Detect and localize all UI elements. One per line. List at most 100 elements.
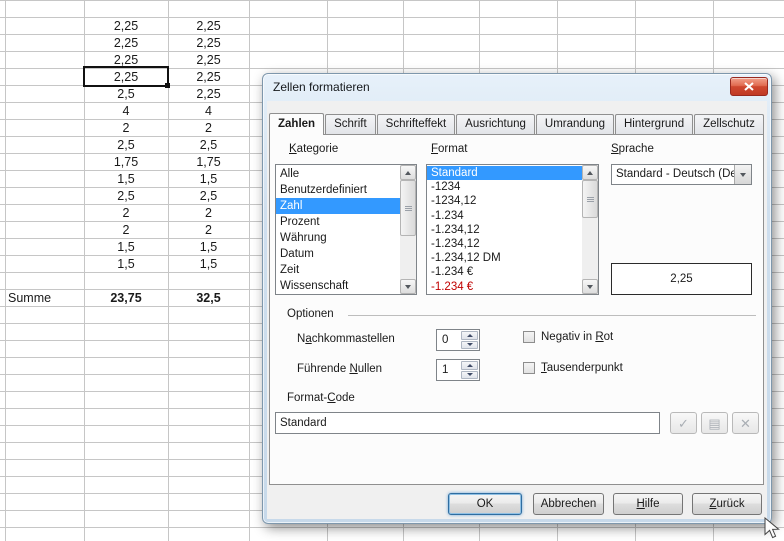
format-item[interactable]: -1.234,12	[427, 237, 582, 251]
cell-value-2[interactable]: 2	[168, 222, 249, 239]
cell-value-1[interactable]: 2	[84, 222, 168, 239]
scroll-thumb[interactable]	[582, 180, 598, 218]
cell-value-1[interactable]: 2,25	[84, 18, 168, 35]
close-button[interactable]	[730, 77, 768, 96]
sheet-row[interactable]: 2,5 2,5	[5, 188, 249, 205]
cell-value-1[interactable]: 2,5	[84, 137, 168, 154]
format-scrollbar[interactable]	[582, 165, 598, 294]
cell-value-1[interactable]: 2	[84, 120, 168, 137]
cell-value-2[interactable]: 1,5	[168, 239, 249, 256]
sheet-row[interactable]: 1,5 1,5	[5, 239, 249, 256]
tab[interactable]: Zahlen	[269, 113, 324, 135]
spin-up-button[interactable]	[461, 331, 478, 340]
thousands-separator-checkbox[interactable]: Tausenderpunkt	[523, 362, 623, 374]
format-item[interactable]: -1.234 €	[427, 265, 582, 279]
ok-button[interactable]: OK	[448, 493, 522, 515]
cell-value-1[interactable]: 2,25	[84, 35, 168, 52]
category-item[interactable]: Benutzerdefiniert	[276, 182, 400, 198]
cell-label[interactable]	[5, 222, 84, 239]
format-item[interactable]: -1.234,12	[427, 223, 582, 237]
spin-down-button[interactable]	[461, 341, 478, 350]
cell-value-2[interactable]: 4	[168, 103, 249, 120]
format-item[interactable]: -1.234,12 DM	[427, 251, 582, 265]
cell-label[interactable]	[5, 171, 84, 188]
scroll-up-button[interactable]	[582, 165, 598, 180]
cell-label[interactable]	[5, 35, 84, 52]
cell-label[interactable]	[5, 69, 84, 86]
cell-label[interactable]	[5, 205, 84, 222]
cell-value-1[interactable]: 2,5	[84, 188, 168, 205]
leading-zeros-spinner[interactable]: 1	[436, 359, 480, 381]
format-item[interactable]: -1234	[427, 180, 582, 194]
spin-up-button[interactable]	[461, 361, 478, 370]
sheet-row[interactable]: 4 4	[5, 103, 249, 120]
back-button[interactable]: Zurück	[692, 493, 762, 515]
cell-label[interactable]	[5, 137, 84, 154]
tab[interactable]: Ausrichtung	[456, 114, 535, 134]
scroll-track[interactable]	[400, 236, 416, 279]
format-list[interactable]: Standard-1234-1234,12-1.234-1.234,12-1.2…	[426, 164, 599, 295]
sheet-row[interactable]: 2 2	[5, 120, 249, 137]
checkbox-icon[interactable]	[523, 331, 535, 343]
format-item[interactable]: Standard	[427, 166, 582, 180]
negative-red-checkbox[interactable]: Negativ in Rot	[523, 331, 613, 343]
cell-label[interactable]	[5, 120, 84, 137]
category-list[interactable]: AlleBenutzerdefiniertZahlProzentWährungD…	[275, 164, 417, 295]
sheet-row[interactable]: 2,25 2,25	[5, 18, 249, 35]
cell-value-2[interactable]: 1,75	[168, 154, 249, 171]
summe-value-2[interactable]: 32,5	[168, 290, 249, 307]
cell-label[interactable]	[5, 103, 84, 120]
delete-button[interactable]: ✕	[732, 412, 759, 434]
cell-value-2[interactable]: 1,5	[168, 256, 249, 273]
sheet-row[interactable]: 1,75 1,75	[5, 154, 249, 171]
tab[interactable]: Schrift	[325, 114, 376, 134]
language-combobox[interactable]: Standard - Deutsch (De	[611, 164, 752, 185]
category-item[interactable]: Währung	[276, 230, 400, 246]
cancel-button[interactable]: Abbrechen	[533, 493, 604, 515]
cell-value-2[interactable]: 2,25	[168, 18, 249, 35]
summe-value-1[interactable]: 23,75	[84, 290, 168, 307]
cell-label[interactable]	[5, 188, 84, 205]
category-scrollbar[interactable]	[400, 165, 416, 294]
cell-value-2[interactable]: 2	[168, 120, 249, 137]
cell-value-1[interactable]: 2,5	[84, 86, 168, 103]
cell-value-2[interactable]: 2,25	[168, 86, 249, 103]
sheet-row[interactable]: 2,5 2,25	[5, 86, 249, 103]
sheet-row[interactable]: 2 2	[5, 222, 249, 239]
scroll-down-button[interactable]	[400, 279, 416, 294]
scroll-up-button[interactable]	[400, 165, 416, 180]
cell-label[interactable]	[5, 52, 84, 69]
scroll-thumb[interactable]	[400, 180, 416, 236]
cell-value-1[interactable]: 1,75	[84, 154, 168, 171]
sheet-row[interactable]: 2,5 2,5	[5, 137, 249, 154]
help-button[interactable]: Hilfe	[613, 493, 683, 515]
cell-value-1[interactable]: 1,5	[84, 256, 168, 273]
format-code-input[interactable]	[275, 412, 660, 434]
cell-value-2[interactable]: 2,25	[168, 69, 249, 86]
sheet-row[interactable]: 1,5 1,5	[5, 171, 249, 188]
format-item[interactable]: -1.234	[427, 209, 582, 223]
decimals-spinner[interactable]: 0	[436, 329, 480, 351]
tab[interactable]: Zellschutz	[694, 114, 764, 134]
category-item[interactable]: Zahl	[276, 198, 400, 214]
format-item[interactable]: -1.234 €	[427, 280, 582, 294]
cell-value-1[interactable]: 1,5	[84, 171, 168, 188]
category-item[interactable]: Prozent	[276, 214, 400, 230]
decimals-value[interactable]: 0	[438, 331, 461, 349]
combo-dropdown-button[interactable]	[734, 165, 751, 184]
cell-value-1[interactable]: 2	[84, 205, 168, 222]
cell-label[interactable]	[5, 86, 84, 103]
cell-value-2[interactable]: 2,5	[168, 137, 249, 154]
tab[interactable]: Hintergrund	[615, 114, 693, 134]
sheet-row[interactable]: 2 2	[5, 205, 249, 222]
cell-label[interactable]	[5, 154, 84, 171]
spin-down-button[interactable]	[461, 371, 478, 380]
tab[interactable]: Schrifteffekt	[377, 114, 456, 134]
accept-button[interactable]: ✓	[670, 412, 697, 434]
tab[interactable]: Umrandung	[536, 114, 614, 134]
sheet-row[interactable]: 2,25 2,25	[5, 35, 249, 52]
category-item[interactable]: Zeit	[276, 262, 400, 278]
scroll-down-button[interactable]	[582, 279, 598, 294]
checkbox-icon[interactable]	[523, 362, 535, 374]
cell-value-1[interactable]: 1,5	[84, 239, 168, 256]
